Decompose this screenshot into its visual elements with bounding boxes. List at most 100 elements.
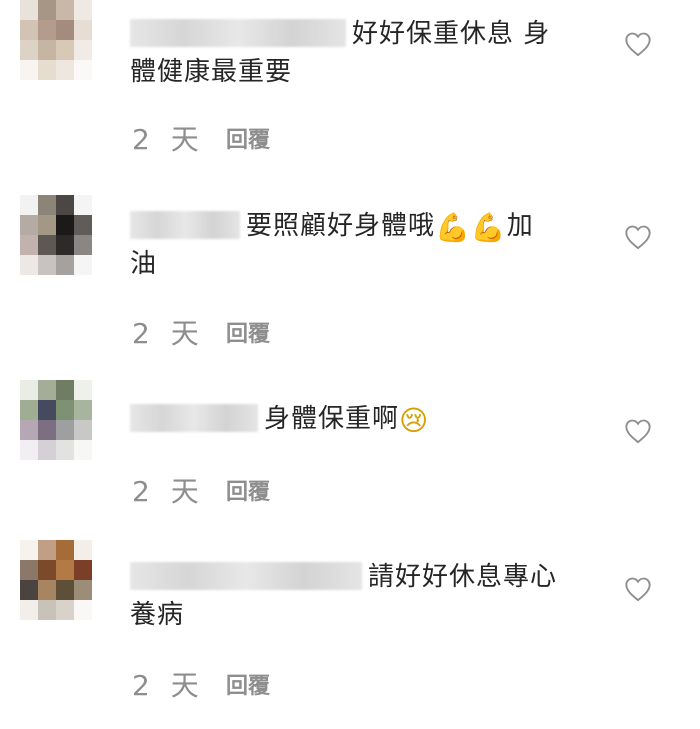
avatar-pixel: [74, 400, 92, 420]
avatar-pixel: [56, 20, 74, 40]
avatar-pixel: [20, 580, 38, 600]
avatar-pixel: [20, 560, 38, 580]
avatar-pixel: [38, 0, 56, 20]
comment-timestamp: 2 天: [132, 317, 205, 350]
comment-text: 請好好休息專心 養病: [130, 558, 580, 634]
reply-button[interactable]: 回覆: [226, 668, 270, 700]
comment-text-line2: 油: [130, 249, 158, 279]
comment-text-line2: 體健康最重要: [130, 57, 293, 87]
heart-icon: [625, 225, 651, 250]
avatar-pixel: [56, 255, 74, 275]
comment-timestamp: 2 天: [132, 123, 205, 156]
comment-text-line1: 身體保重啊: [264, 404, 400, 434]
avatar-pixel: [56, 420, 74, 440]
like-heart-icon[interactable]: [624, 224, 652, 250]
username-redacted[interactable]: [130, 404, 258, 432]
avatar-pixel: [20, 235, 38, 255]
heart-icon: [625, 419, 651, 444]
avatar-pixel: [20, 20, 38, 40]
username-redacted[interactable]: [130, 562, 362, 590]
avatar-pixel: [20, 380, 38, 400]
avatar-pixel: [20, 600, 38, 620]
avatar-pixel: [74, 580, 92, 600]
comment-text: 好好保重休息 身 體健康最重要: [130, 15, 580, 91]
heart-icon: [625, 577, 651, 602]
avatar-pixel: [74, 440, 92, 460]
avatar-pixel: [20, 255, 38, 275]
avatar-pixel: [38, 40, 56, 60]
comment-meta: 2 天 回覆: [132, 664, 270, 704]
avatar-pixel: [38, 215, 56, 235]
comment-timestamp: 2 天: [132, 475, 205, 508]
like-heart-icon[interactable]: [624, 576, 652, 602]
avatar[interactable]: [20, 540, 92, 620]
reply-button[interactable]: 回覆: [226, 316, 270, 348]
avatar-pixel: [56, 40, 74, 60]
avatar-pixel: [74, 0, 92, 20]
avatar-pixel: [74, 40, 92, 60]
avatar-pixel: [74, 420, 92, 440]
avatar-pixel: [56, 440, 74, 460]
avatar-pixel: [38, 60, 56, 80]
avatar-pixel: [56, 0, 74, 20]
avatar-pixel: [20, 40, 38, 60]
heart-icon: [625, 32, 651, 57]
avatar[interactable]: [20, 195, 92, 275]
username-redacted[interactable]: [130, 19, 346, 47]
avatar-pixel: [20, 0, 38, 20]
avatar-pixel: [38, 540, 56, 560]
avatar-pixel: [74, 60, 92, 80]
comment-text: 身體保重啊😢: [130, 400, 580, 438]
avatar-pixel: [56, 215, 74, 235]
comment-meta: 2 天 回覆: [132, 470, 270, 510]
avatar-pixel: [38, 600, 56, 620]
avatar-pixel: [74, 560, 92, 580]
avatar-pixel: [74, 380, 92, 400]
avatar-pixel: [56, 380, 74, 400]
like-heart-icon[interactable]: [624, 418, 652, 444]
comment-text-line1: 要照顧好身體哦: [246, 211, 436, 241]
avatar[interactable]: [20, 380, 92, 460]
avatar-pixel: [74, 255, 92, 275]
comment-text: 要照顧好身體哦💪💪加 油: [130, 207, 580, 283]
comment-text-line1-end: 加: [506, 211, 534, 241]
avatar-pixel: [20, 440, 38, 460]
comment-text-line1: 請好好休息專心: [368, 562, 558, 592]
comment-meta: 2 天 回覆: [132, 312, 270, 352]
avatar-pixel: [74, 600, 92, 620]
avatar-pixel: [38, 420, 56, 440]
avatar-pixel: [74, 235, 92, 255]
avatar-pixel: [38, 20, 56, 40]
avatar-pixel: [56, 580, 74, 600]
avatar-pixel: [56, 600, 74, 620]
comment-text-line1: 好好保重休息 身: [352, 19, 551, 49]
avatar[interactable]: [20, 0, 92, 80]
avatar-pixel: [74, 195, 92, 215]
avatar-pixel: [56, 560, 74, 580]
like-heart-icon[interactable]: [624, 31, 652, 57]
avatar-pixel: [20, 60, 38, 80]
reply-button[interactable]: 回覆: [226, 474, 270, 506]
avatar-pixel: [38, 580, 56, 600]
username-redacted[interactable]: [130, 211, 240, 239]
avatar-pixel: [56, 60, 74, 80]
avatar-pixel: [20, 420, 38, 440]
avatar-pixel: [38, 380, 56, 400]
comment-meta: 2 天 回覆: [132, 118, 270, 158]
avatar-pixel: [20, 400, 38, 420]
avatar-pixel: [74, 215, 92, 235]
crying-face-emoji: 😢: [399, 404, 430, 437]
avatar-pixel: [38, 195, 56, 215]
reply-button[interactable]: 回覆: [226, 122, 270, 154]
avatar-pixel: [20, 540, 38, 560]
avatar-pixel: [56, 400, 74, 420]
avatar-pixel: [20, 195, 38, 215]
avatar-pixel: [56, 540, 74, 560]
flexed-biceps-emoji: 💪: [435, 211, 471, 244]
avatar-pixel: [38, 560, 56, 580]
avatar-pixel: [38, 440, 56, 460]
avatar-pixel: [38, 400, 56, 420]
avatar-pixel: [38, 235, 56, 255]
comment-text-line2: 養病: [130, 600, 185, 630]
avatar-pixel: [38, 255, 56, 275]
